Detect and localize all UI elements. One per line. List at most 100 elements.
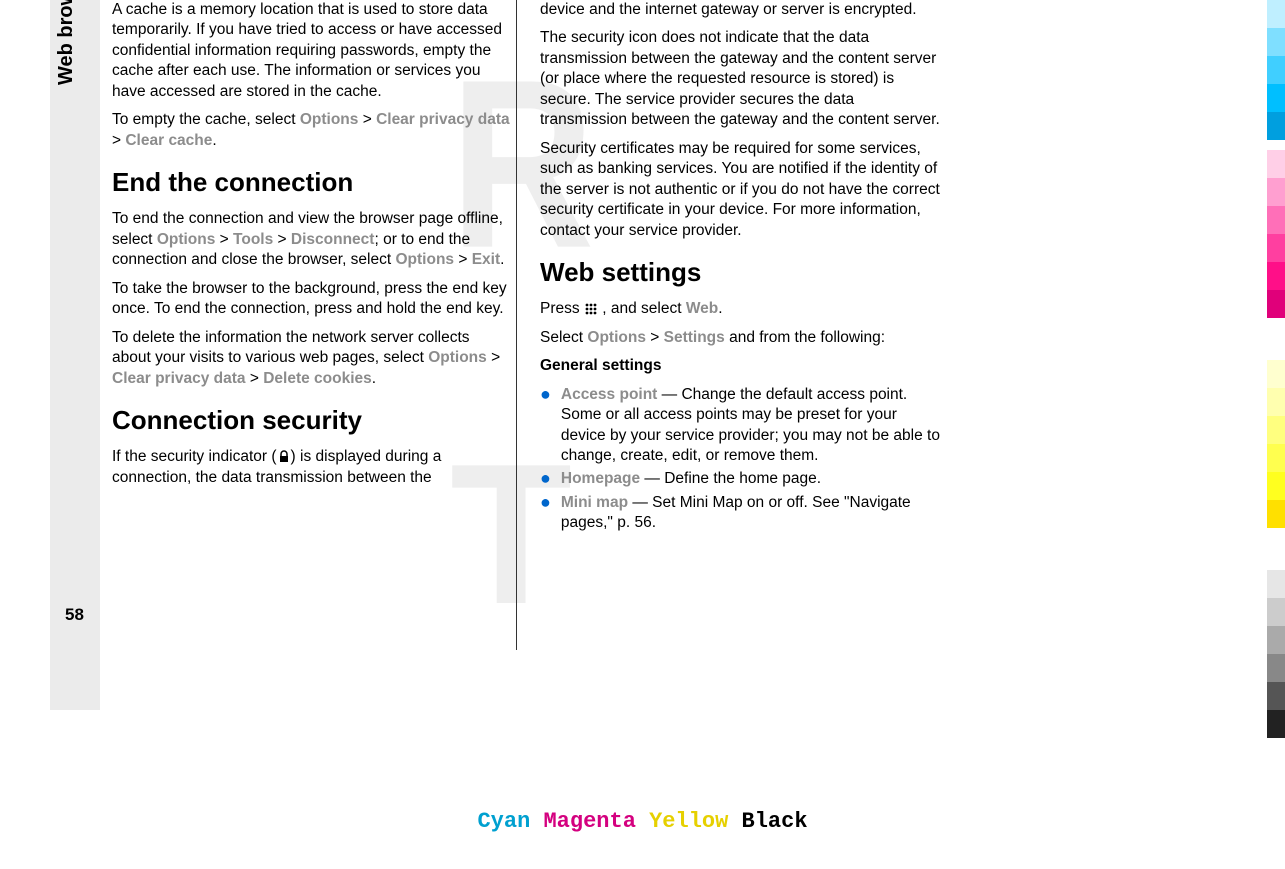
bullet-icon: ● xyxy=(540,385,551,405)
bullet-text: Homepage — Define the home page. xyxy=(561,469,940,489)
color-swatch xyxy=(1267,472,1285,500)
general-settings-label: General settings xyxy=(540,356,940,376)
text: > xyxy=(273,231,291,248)
text: > xyxy=(112,132,125,149)
color-swatch xyxy=(1267,206,1285,234)
color-swatch xyxy=(1267,444,1285,472)
content-area: A cache is a memory location that is use… xyxy=(112,0,942,537)
heading-web-settings: Web settings xyxy=(540,255,940,289)
color-swatch xyxy=(1267,234,1285,262)
background-instruction: To take the browser to the background, p… xyxy=(112,279,512,320)
menu-option: Settings xyxy=(664,329,725,346)
color-swatch xyxy=(1267,150,1285,178)
text: Press xyxy=(540,300,584,317)
color-swatch xyxy=(1267,682,1285,710)
text: and from the following: xyxy=(725,329,885,346)
encrypted-text: device and the internet gateway or serve… xyxy=(540,0,940,20)
menu-option: Options xyxy=(300,111,359,128)
bullet-icon: ● xyxy=(540,469,551,489)
text: — Define the home page. xyxy=(640,470,821,487)
text: To empty the cache, select xyxy=(112,111,300,128)
list-item: ● Access point — Change the default acce… xyxy=(540,385,940,467)
color-swatch xyxy=(1267,598,1285,626)
black-label: Black xyxy=(742,809,808,834)
menu-option: Clear privacy data xyxy=(376,111,510,128)
color-swatch xyxy=(1267,654,1285,682)
menu-option: Clear cache xyxy=(125,132,212,149)
color-swatch xyxy=(1267,290,1285,318)
setting-label: Mini map xyxy=(561,494,628,511)
text: > xyxy=(454,251,472,268)
color-swatch xyxy=(1267,388,1285,416)
cyan-registration-bars xyxy=(1267,0,1285,140)
text: . xyxy=(372,370,376,387)
menu-option: Options xyxy=(395,251,454,268)
yellow-registration-bars xyxy=(1267,360,1285,528)
text: , and select xyxy=(598,300,686,317)
text: . xyxy=(212,132,216,149)
delete-cookies-instruction: To delete the information the network se… xyxy=(112,328,512,389)
menu-key-icon xyxy=(584,302,598,316)
color-swatch xyxy=(1267,626,1285,654)
menu-option: Disconnect xyxy=(291,231,375,248)
security-icon-note: The security icon does not indicate that… xyxy=(540,28,940,130)
bullet-text: Access point — Change the default access… xyxy=(561,385,940,467)
list-item: ● Mini map — Set Mini Map on or off. See… xyxy=(540,493,940,534)
black-registration-bars xyxy=(1267,570,1285,738)
color-swatch xyxy=(1267,178,1285,206)
color-swatch xyxy=(1267,56,1285,84)
menu-option: Exit xyxy=(472,251,500,268)
end-connection-instruction: To end the connection and view the brows… xyxy=(112,209,512,270)
menu-option: Web xyxy=(686,300,718,317)
heading-connection-security: Connection security xyxy=(112,403,512,437)
setting-label: Access point xyxy=(561,386,657,403)
setting-label: Homepage xyxy=(561,470,640,487)
color-swatch xyxy=(1267,360,1285,388)
magenta-label: Magenta xyxy=(543,809,635,834)
list-item: ● Homepage — Define the home page. xyxy=(540,469,940,489)
text: > xyxy=(358,111,376,128)
yellow-label: Yellow xyxy=(649,809,728,834)
menu-option: Clear privacy data xyxy=(112,370,246,387)
text: > xyxy=(215,231,233,248)
color-swatch xyxy=(1267,112,1285,140)
bullet-text: Mini map — Set Mini Map on or off. See "… xyxy=(561,493,940,534)
text: > xyxy=(246,370,264,387)
section-label: Web browser xyxy=(55,0,78,85)
color-swatch xyxy=(1267,262,1285,290)
menu-option: Options xyxy=(428,349,487,366)
color-swatch xyxy=(1267,416,1285,444)
page-container: R T Web browser 58 A cache is a memory l… xyxy=(0,0,1285,869)
text: If the security indicator ( xyxy=(112,448,277,465)
press-instruction: Press , and select Web. xyxy=(540,299,940,319)
color-swatch xyxy=(1267,710,1285,738)
text: . xyxy=(718,300,722,317)
bullet-icon: ● xyxy=(540,493,551,513)
right-column: device and the internet gateway or serve… xyxy=(540,0,940,537)
menu-option: Options xyxy=(587,329,646,346)
color-swatch xyxy=(1267,84,1285,112)
text: Select xyxy=(540,329,587,346)
lock-icon xyxy=(277,450,291,464)
left-margin-bar xyxy=(50,0,100,710)
menu-option: Tools xyxy=(233,231,273,248)
text: . xyxy=(500,251,504,268)
color-swatch xyxy=(1267,570,1285,598)
color-swatch xyxy=(1267,500,1285,528)
text: To delete the information the network se… xyxy=(112,329,470,366)
menu-option: Options xyxy=(157,231,216,248)
cyan-label: Cyan xyxy=(477,809,530,834)
color-swatch xyxy=(1267,0,1285,28)
page-number: 58 xyxy=(65,605,84,625)
select-settings-instruction: Select Options > Settings and from the f… xyxy=(540,328,940,348)
security-indicator-text: If the security indicator () is displaye… xyxy=(112,447,512,488)
cache-description: A cache is a memory location that is use… xyxy=(112,0,512,102)
print-color-footer: Cyan Magenta Yellow Black xyxy=(477,809,807,834)
menu-option: Delete cookies xyxy=(263,370,372,387)
color-swatch xyxy=(1267,28,1285,56)
heading-end-connection: End the connection xyxy=(112,165,512,199)
text: > xyxy=(646,329,664,346)
empty-cache-instruction: To empty the cache, select Options > Cle… xyxy=(112,110,512,151)
left-column: A cache is a memory location that is use… xyxy=(112,0,512,537)
certificates-note: Security certificates may be required fo… xyxy=(540,139,940,241)
